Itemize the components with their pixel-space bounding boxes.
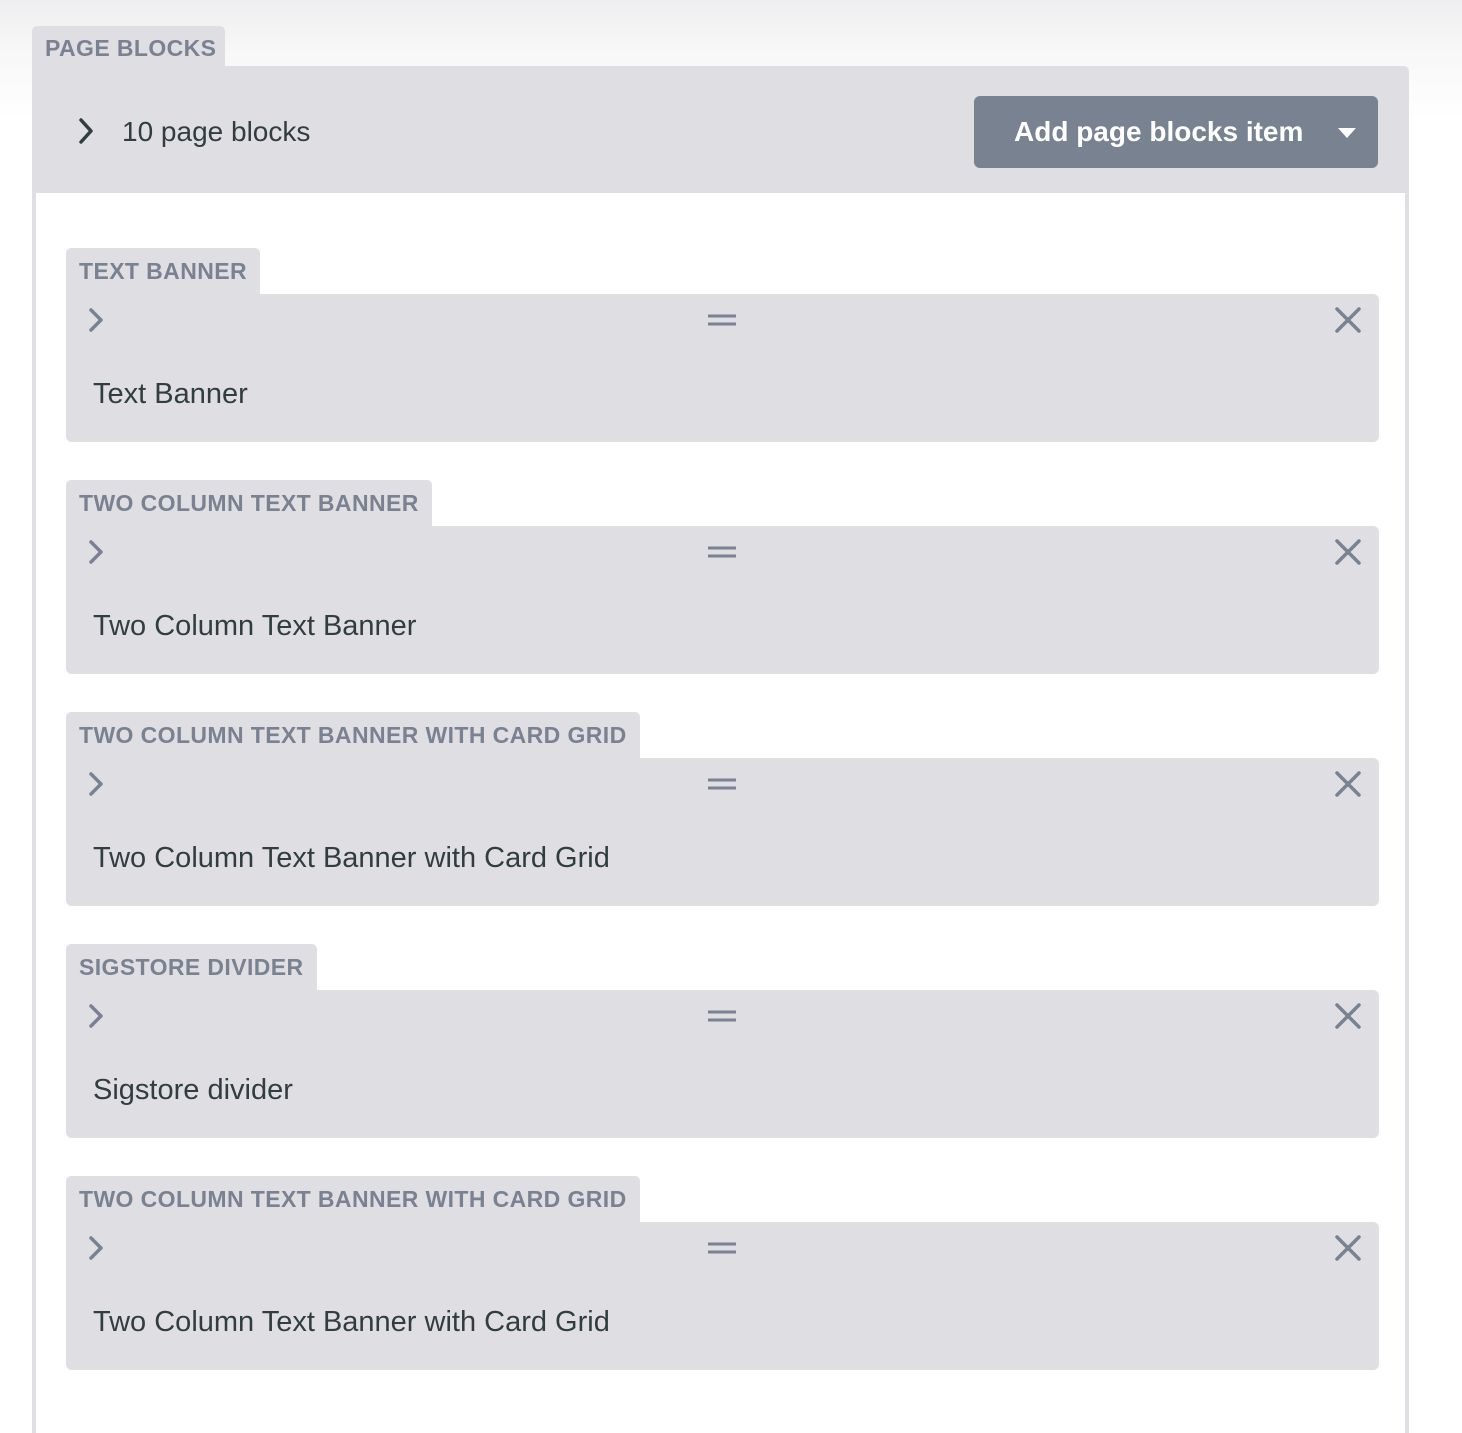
item-summary: Two Column Text Banner — [93, 610, 417, 642]
item-type-label: TEXT BANNER — [66, 248, 260, 295]
chevron-right-icon[interactable] — [84, 1232, 108, 1264]
item-type-label: SIGSTORE DIVIDER — [66, 944, 317, 991]
chevron-right-icon[interactable] — [84, 536, 108, 568]
field-label: PAGE BLOCKS — [32, 26, 225, 66]
item-summary: Text Banner — [93, 378, 248, 410]
item-type-label: TWO COLUMN TEXT BANNER WITH CARD GRID — [66, 1176, 640, 1223]
items-list: TEXT BANNER Text Banner TWO COLUMN TEXT … — [32, 193, 1409, 1433]
add-item-button-label: Add page blocks item — [1014, 116, 1304, 147]
item-summary: Two Column Text Banner with Card Grid — [93, 1306, 610, 1338]
close-icon[interactable] — [1334, 1002, 1362, 1030]
item-type-label: TWO COLUMN TEXT BANNER — [66, 480, 432, 527]
close-icon[interactable] — [1334, 306, 1362, 334]
drag-handle-icon[interactable] — [708, 546, 736, 558]
page-blocks-field: PAGE BLOCKS 10 page blocks Add page bloc… — [32, 26, 1409, 1433]
item-card[interactable]: Two Column Text Banner with Card Grid — [66, 1222, 1379, 1370]
item-card[interactable]: Sigstore divider — [66, 990, 1379, 1138]
close-icon[interactable] — [1334, 1234, 1362, 1262]
item-card[interactable]: Text Banner — [66, 294, 1379, 442]
drag-handle-icon[interactable] — [708, 1010, 736, 1022]
item-type-label: TWO COLUMN TEXT BANNER WITH CARD GRID — [66, 712, 640, 759]
item-summary: Two Column Text Banner with Card Grid — [93, 842, 610, 874]
close-icon[interactable] — [1334, 538, 1362, 566]
caret-down-icon — [1338, 128, 1356, 138]
chevron-right-icon[interactable] — [84, 304, 108, 336]
close-icon[interactable] — [1334, 770, 1362, 798]
chevron-right-icon[interactable] — [84, 1000, 108, 1032]
drag-handle-icon[interactable] — [708, 1242, 736, 1254]
item-card[interactable]: Two Column Text Banner — [66, 526, 1379, 674]
chevron-right-icon[interactable] — [84, 768, 108, 800]
add-item-button[interactable]: Add page blocks item — [974, 96, 1378, 168]
item-card[interactable]: Two Column Text Banner with Card Grid — [66, 758, 1379, 906]
item-count[interactable]: 10 page blocks — [122, 116, 310, 148]
drag-handle-icon[interactable] — [708, 778, 736, 790]
drag-handle-icon[interactable] — [708, 314, 736, 326]
list-control-bar: 10 page blocks Add page blocks item — [32, 66, 1409, 193]
item-summary: Sigstore divider — [93, 1074, 293, 1106]
chevron-right-icon[interactable] — [76, 116, 96, 146]
